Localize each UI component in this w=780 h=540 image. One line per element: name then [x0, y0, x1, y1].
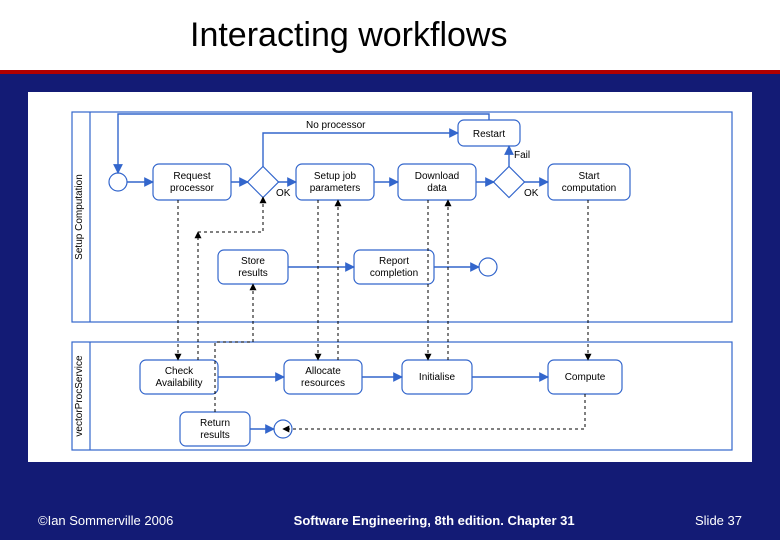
svg-text:completion: completion: [370, 268, 418, 279]
workflow-svg: Setup Computation vectorProcService Requ…: [28, 92, 752, 462]
slide-title: Interacting workflows: [190, 16, 507, 55]
svg-text:Download: Download: [415, 171, 459, 182]
svg-text:resources: resources: [301, 378, 345, 389]
label-no-processor: No processor: [306, 120, 366, 131]
start-node: [109, 173, 127, 191]
svg-text:Restart: Restart: [473, 129, 505, 140]
node-download-data: [398, 164, 476, 200]
svg-text:Setup job: Setup job: [314, 171, 357, 182]
decision-2: [493, 166, 524, 197]
svg-text:Return: Return: [200, 418, 230, 429]
svg-text:Request: Request: [173, 171, 210, 182]
svg-text:Initialise: Initialise: [419, 372, 456, 383]
node-setup-job: [296, 164, 374, 200]
svg-text:Store: Store: [241, 256, 265, 267]
label-fail: Fail: [514, 150, 530, 161]
decision-1: [247, 166, 278, 197]
swimlane-setup-label: Setup Computation: [74, 174, 85, 260]
label-ok1: OK: [276, 188, 291, 199]
dashed-edge: [215, 284, 253, 412]
swimlane-vps-label: vectorProcService: [74, 355, 85, 437]
node-request-processor: [153, 164, 231, 200]
svg-text:results: results: [238, 268, 267, 279]
footer-center: Software Engineering, 8th edition. Chapt…: [294, 513, 575, 528]
slide-footer: ©Ian Sommerville 2006 Software Engineeri…: [0, 513, 780, 528]
svg-text:Availability: Availability: [155, 378, 202, 389]
footer-right: Slide 37: [695, 513, 742, 528]
workflow-diagram: Setup Computation vectorProcService Requ…: [28, 92, 752, 462]
swimlane-vps: [72, 342, 732, 450]
svg-text:parameters: parameters: [310, 183, 361, 194]
edge-no-processor: [263, 133, 458, 167]
svg-text:Report: Report: [379, 256, 409, 267]
svg-text:Check: Check: [165, 366, 194, 377]
svg-text:results: results: [200, 430, 229, 441]
svg-text:Start: Start: [578, 171, 599, 182]
node-start-computation: [548, 164, 630, 200]
svg-text:processor: processor: [170, 183, 215, 194]
svg-text:Compute: Compute: [565, 372, 606, 383]
swimlane-setup: [72, 112, 732, 322]
title-bar: Interacting workflows: [0, 0, 780, 70]
dashed-edge: [283, 394, 585, 429]
svg-text:data: data: [427, 183, 447, 194]
svg-text:Allocate: Allocate: [305, 366, 341, 377]
content-area: Setup Computation vectorProcService Requ…: [0, 74, 780, 462]
label-ok2: OK: [524, 188, 539, 199]
end-node-1: [479, 258, 497, 276]
dashed-edge: [198, 197, 263, 232]
footer-left: ©Ian Sommerville 2006: [38, 513, 173, 528]
slide: Interacting workflows Setup Computation: [0, 0, 780, 540]
svg-text:computation: computation: [562, 183, 616, 194]
